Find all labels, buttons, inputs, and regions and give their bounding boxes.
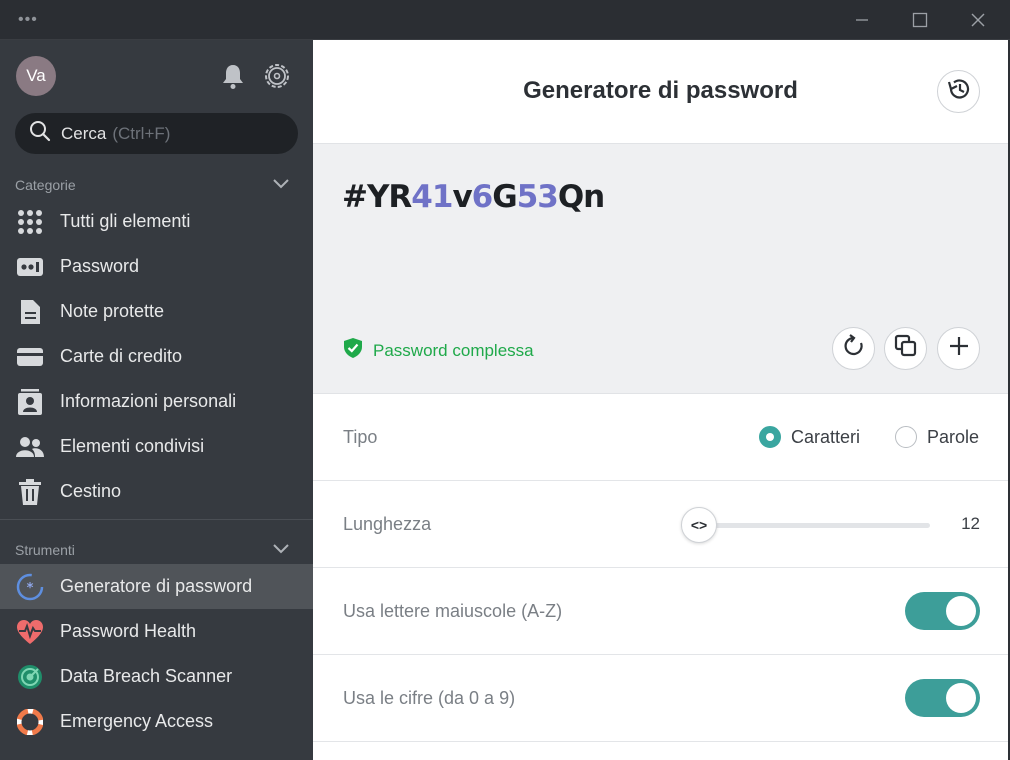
sidebar-item-label: Carte di credito (60, 346, 183, 366)
sidebar-item-label: Cestino (60, 481, 122, 501)
sidebar-item-label: Password Health (60, 621, 197, 641)
password-segment: #YR (342, 179, 412, 215)
tools-label: Strumenti (15, 542, 75, 558)
lifebuoy-icon (16, 708, 44, 736)
sidebar-item-label: Emergency Access (60, 711, 214, 731)
uppercase-label: Usa lettere maiuscole (A-Z) (343, 601, 563, 621)
close-icon[interactable] (958, 6, 998, 34)
people-icon (16, 433, 44, 461)
regenerate-button[interactable] (832, 327, 875, 370)
sidebar-item-label: Generatore di password (60, 576, 253, 596)
sidebar-item-label: Password (60, 256, 140, 276)
sidebar-item-shared-items[interactable]: Elementi condivisi (0, 424, 313, 469)
sidebar-item-password-generator[interactable]: * Generatore di password (0, 564, 313, 609)
sidebar-item-password[interactable]: Password (0, 244, 313, 289)
sidebar-item-label: Elementi condivisi (60, 436, 205, 456)
copy-button[interactable] (884, 327, 927, 370)
sidebar-item-emergency-access[interactable]: Emergency Access (0, 699, 313, 744)
radar-icon (16, 663, 44, 691)
history-button[interactable] (937, 70, 980, 113)
search-icon (29, 120, 51, 147)
refresh-icon (842, 334, 866, 363)
main-panel: Generatore di password #YR41v6G53Qn Pass… (313, 40, 1008, 760)
type-row: Tipo Caratteri Parole (313, 394, 1008, 481)
add-item-button[interactable] (937, 327, 980, 370)
chevron-down-icon[interactable] (272, 542, 290, 560)
length-slider-thumb[interactable]: <> (681, 507, 717, 543)
gear-icon[interactable] (262, 60, 292, 92)
categories-label: Categorie (15, 177, 76, 193)
password-segment: Qn (557, 179, 605, 215)
minimize-icon[interactable] (842, 6, 882, 34)
password-strength: Password complessa (343, 337, 534, 364)
digits-label: Usa le cifre (da 0 a 9) (343, 688, 516, 708)
digits-row: Usa le cifre (da 0 a 9) (313, 655, 1008, 742)
length-row: Lunghezza <> 12 (313, 481, 1008, 568)
copy-icon (894, 334, 918, 363)
avatar-initials: Va (26, 66, 46, 85)
trash-icon (16, 478, 44, 506)
credit-card-icon (16, 343, 44, 371)
sidebar-item-credit-cards[interactable]: Carte di credito (0, 334, 313, 379)
sidebar-item-personal-info[interactable]: Informazioni personali (0, 379, 313, 424)
password-segment: G (492, 179, 517, 215)
avatar[interactable]: Va (16, 56, 56, 96)
type-option-characters[interactable]: Caratteri (759, 426, 860, 448)
sidebar-item-label: Data Breach Scanner (60, 666, 233, 686)
radio-label: Caratteri (791, 426, 861, 447)
grid-icon (16, 208, 44, 236)
sidebar-item-secure-notes[interactable]: Note protette (0, 289, 313, 334)
plus-icon (948, 335, 970, 362)
strength-label: Password complessa (373, 340, 534, 360)
length-slider-track[interactable] (681, 523, 930, 528)
shield-check-icon (343, 337, 363, 364)
password-panel: #YR41v6G53Qn Password complessa (313, 143, 1008, 394)
length-value: 12 (961, 514, 980, 533)
radio-label: Parole (927, 426, 980, 447)
title-bar: ••• (0, 0, 1010, 40)
history-icon (946, 76, 972, 107)
page-title: Generatore di password (523, 77, 798, 104)
bell-icon[interactable] (218, 60, 248, 92)
generated-password[interactable]: #YR41v6G53Qn (342, 179, 605, 215)
document-icon (16, 298, 44, 326)
uppercase-toggle[interactable] (905, 592, 980, 630)
maximize-icon[interactable] (900, 6, 940, 34)
contact-card-icon (16, 388, 44, 416)
password-segment: v (452, 179, 472, 215)
password-generator-icon: * (16, 573, 44, 601)
password-segment: 53 (516, 179, 559, 215)
sidebar-divider (0, 519, 313, 520)
radio-selected-icon (759, 426, 781, 448)
sidebar-item-label: Note protette (60, 301, 165, 321)
search-input[interactable]: Cerca (Ctrl+F) (15, 113, 298, 154)
window-menu-icon[interactable]: ••• (18, 11, 38, 29)
search-shortcut-hint: (Ctrl+F) (112, 123, 171, 143)
password-segment: 6 (471, 179, 494, 215)
password-segment: 41 (411, 179, 453, 215)
sidebar-item-trash[interactable]: Cestino (0, 469, 313, 514)
heartbeat-icon (16, 618, 44, 646)
sidebar-item-password-health[interactable]: Password Health (0, 609, 313, 654)
type-option-words[interactable]: Parole (895, 426, 979, 448)
length-label: Lunghezza (343, 514, 432, 534)
sidebar-item-label: Tutti gli elementi (60, 211, 191, 231)
chevron-down-icon[interactable] (272, 177, 290, 195)
slider-arrows-icon: <> (690, 517, 708, 533)
type-label: Tipo (343, 427, 378, 447)
sidebar: Va Cerca (Ctrl+F) Categorie Tutti gli el… (0, 40, 313, 760)
sidebar-item-all-items[interactable]: Tutti gli elementi (0, 199, 313, 244)
svg-text:*: * (27, 581, 34, 596)
uppercase-row: Usa lettere maiuscole (A-Z) (313, 568, 1008, 655)
search-placeholder: Cerca (61, 123, 107, 143)
sidebar-item-data-breach-scanner[interactable]: Data Breach Scanner (0, 654, 313, 699)
sidebar-item-label: Informazioni personali (60, 391, 237, 411)
password-icon (16, 253, 44, 281)
digits-toggle[interactable] (905, 679, 980, 717)
radio-unselected-icon (895, 426, 917, 448)
